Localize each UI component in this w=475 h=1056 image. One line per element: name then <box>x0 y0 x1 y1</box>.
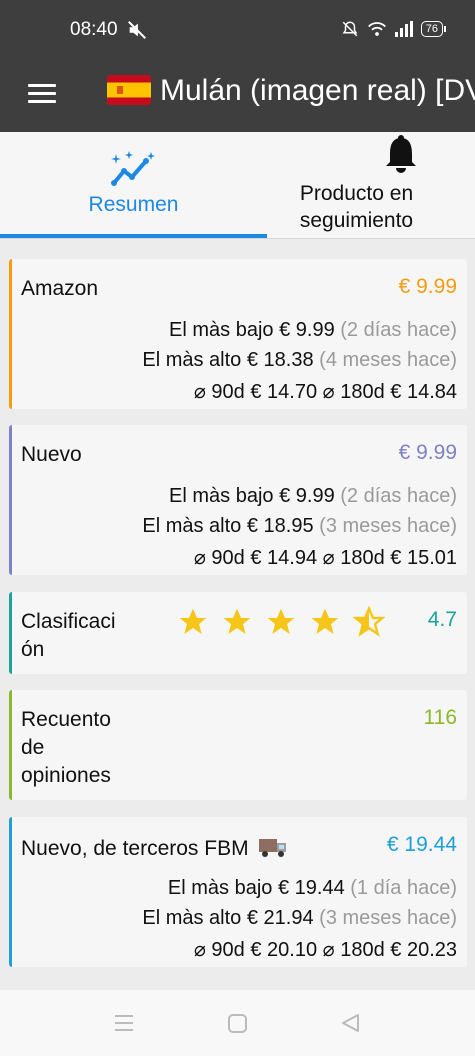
menu-icon[interactable] <box>28 80 56 110</box>
high-label: El màs alto <box>142 349 242 371</box>
low-label: El màs bajo <box>169 319 274 341</box>
card-title-line2: de <box>21 736 45 759</box>
star-icon <box>223 608 251 634</box>
spain-flag-icon <box>107 75 151 105</box>
highest-price-row: El màs alto € 18.38 (4 meses hace) <box>142 349 457 372</box>
high-when: (3 meses hace) <box>319 907 457 929</box>
highest-price-row: El màs alto € 18.95 (3 meses hace) <box>142 515 457 538</box>
tab-seguimiento-label-line2: seguimiento <box>299 209 414 232</box>
card-nuevo[interactable]: Nuevo € 9.99 El màs bajo € 9.99 (2 días … <box>9 425 467 575</box>
system-navigation-bar <box>0 990 475 1056</box>
rating-value: 4.7 <box>427 608 457 631</box>
status-bar: 08:40 76 <box>0 0 475 60</box>
low-price: € 9.99 <box>279 485 335 507</box>
card-price: € 9.99 <box>398 441 457 464</box>
card-title: Nuevo <box>21 443 82 466</box>
card-title: Nuevo, de terceros FBM <box>21 835 288 863</box>
status-time: 08:40 <box>70 19 118 40</box>
low-label: El màs bajo <box>167 877 273 899</box>
mute-icon <box>128 21 146 39</box>
low-label: El màs bajo <box>169 485 274 507</box>
card-title-line3: opiniones <box>21 764 111 787</box>
active-tab-indicator <box>0 234 267 238</box>
recent-apps-icon[interactable] <box>114 1014 134 1032</box>
wifi-icon <box>367 22 386 36</box>
card-new-third-party-fbm[interactable]: Nuevo, de terceros FBM € 19.44 El màs ba… <box>9 817 467 967</box>
notifications-off-icon <box>342 21 358 37</box>
tab-bar: Resumen Producto en seguimiento <box>0 132 475 239</box>
back-icon[interactable] <box>340 1013 360 1033</box>
tab-seguimiento-label-line1: Producto en <box>299 182 414 205</box>
low-when: (2 días hace) <box>340 485 457 507</box>
card-title-line1: Clasificaci <box>21 610 116 633</box>
card-price: € 9.99 <box>398 275 457 298</box>
card-title-text: Nuevo, de terceros FBM <box>21 837 249 860</box>
app-title: Mulán (imagen real) [DVD] <box>160 74 475 107</box>
app-bar: Mulán (imagen real) [DVD] <box>0 60 475 132</box>
delivery-truck-icon <box>259 839 287 857</box>
tab-resumen-label: Resumen <box>88 193 179 216</box>
high-price: € 18.38 <box>246 349 314 371</box>
low-when: (1 día hace) <box>350 877 457 899</box>
low-price: € 19.44 <box>277 877 345 899</box>
tab-producto-en-seguimiento[interactable]: Producto en seguimiento <box>238 132 475 238</box>
high-price: € 18.95 <box>246 515 314 537</box>
lowest-price-row: El màs bajo € 9.99 (2 días hace) <box>169 485 457 508</box>
lowest-price-row: El màs bajo € 19.44 (1 día hace) <box>168 877 457 900</box>
star-half-icon <box>353 606 385 637</box>
home-icon[interactable] <box>228 1014 247 1033</box>
rating-stars <box>177 606 385 638</box>
signal-icon <box>394 21 413 37</box>
trending-icon <box>111 151 155 186</box>
card-title: Recuento de opiniones <box>21 706 111 790</box>
card-review-count[interactable]: Recuento de opiniones 116 <box>9 690 467 800</box>
high-when: (4 meses hace) <box>319 349 457 371</box>
star-icon <box>267 608 295 634</box>
card-title: Amazon <box>21 277 99 300</box>
high-label: El màs alto <box>142 907 242 929</box>
card-rating[interactable]: Clasificaci ón 4.7 <box>9 592 467 674</box>
lowest-price-row: El màs bajo € 9.99 (2 días hace) <box>169 319 457 342</box>
card-amazon[interactable]: Amazon € 9.99 El màs bajo € 9.99 (2 días… <box>9 259 467 409</box>
high-price: € 21.94 <box>246 907 314 929</box>
high-when: (3 meses hace) <box>319 515 457 537</box>
battery-icon: 76 <box>420 21 447 37</box>
average-row: ⌀ 90d € 14.70 ⌀ 180d € 14.84 <box>193 381 457 403</box>
review-count-value: 116 <box>423 706 457 729</box>
bell-icon <box>386 135 416 173</box>
card-title: Clasificaci ón <box>21 608 116 664</box>
star-icon <box>179 608 207 634</box>
average-row: ⌀ 90d € 20.10 ⌀ 180d € 20.23 <box>193 939 457 961</box>
high-label: El màs alto <box>142 515 242 537</box>
card-title-line1: Recuento <box>21 708 111 731</box>
low-when: (2 días hace) <box>340 319 457 341</box>
tab-resumen[interactable]: Resumen <box>0 132 237 238</box>
card-title-line2: ón <box>21 638 45 661</box>
low-price: € 9.99 <box>279 319 335 341</box>
star-icon <box>311 608 339 634</box>
highest-price-row: El màs alto € 21.94 (3 meses hace) <box>142 907 457 930</box>
average-row: ⌀ 90d € 14.94 ⌀ 180d € 15.01 <box>193 547 457 569</box>
card-price: € 19.44 <box>386 833 457 856</box>
status-icons: 76 <box>341 20 447 38</box>
